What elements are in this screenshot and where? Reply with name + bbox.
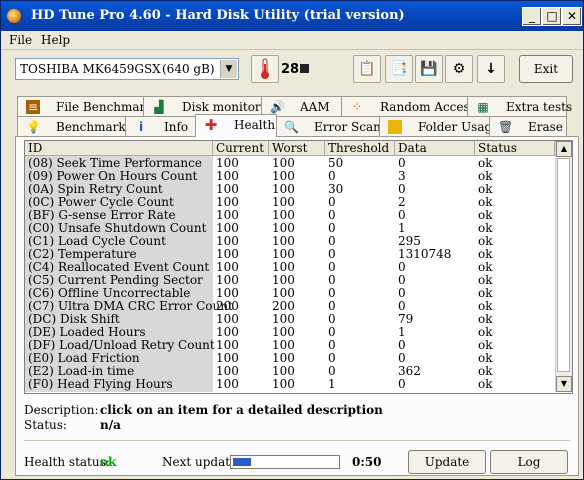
description-value: click on an item for a detailed descript… [100, 403, 383, 417]
cell-data: 1310748 [398, 247, 452, 261]
disk-monitor-icon: ▟ [154, 100, 164, 114]
info-icon: i [138, 120, 144, 134]
tab-benchmark[interactable]: 💡 Benchmark [17, 116, 127, 137]
table-header: ID Current Worst Threshold Data Status [25, 141, 555, 156]
copy-text-button[interactable]: 📋 [353, 55, 381, 83]
thermometer-icon [261, 58, 269, 79]
window-title: HD Tune Pro 4.60 - Hard Disk Utility (tr… [31, 8, 405, 23]
tab-info[interactable]: i Info [125, 116, 197, 137]
speaker-icon: 🔊 [270, 100, 285, 114]
minimize-button[interactable]: _ [522, 7, 542, 26]
table-row[interactable]: (F0) Head Flying Hours 100 100 1 0 ok [25, 378, 555, 391]
close-button[interactable]: ✕ [562, 7, 582, 26]
extra-tests-icon: ▦ [477, 100, 489, 114]
description-label: Description: [24, 403, 99, 417]
toolbar: TOSHIBA MK6459GSX (640 gB) ▼ 28 📋 📑 💾 ⚙ … [1, 50, 583, 92]
celsius-icon [300, 64, 310, 73]
temperature-value: 28 [281, 62, 300, 77]
vertical-scrollbar[interactable]: ▲ ▼ [555, 141, 572, 392]
file-benchmark-icon: ≡ [26, 100, 40, 114]
tab-label: Random Access [380, 100, 476, 114]
progress-fill [233, 458, 251, 466]
tab-label: Info [164, 120, 189, 134]
tab-erase[interactable]: 🗑 Erase [489, 116, 567, 137]
app-icon [7, 9, 21, 23]
tab-label: Benchmark [56, 120, 126, 134]
temperature-readout: 28 [281, 62, 310, 77]
copy-screenshot-button[interactable]: 📑 [385, 55, 413, 83]
health-status-value: ok [100, 455, 117, 469]
health-panel: ID Current Worst Threshold Data Status (… [15, 136, 579, 476]
lightbulb-icon: 💡 [26, 120, 41, 134]
tab-row-top: ≡ File Benchmark ▟ Disk monitor 🔊 AAM ⁘ … [17, 96, 572, 117]
health-status-label: Health status: [24, 455, 110, 469]
tab-random-access[interactable]: ⁘ Random Access [341, 96, 476, 117]
tab-label: Folder Usage [418, 120, 500, 134]
divider [24, 440, 570, 441]
tab-extra-tests[interactable]: ▦ Extra tests [467, 96, 572, 117]
tab-folder-usage[interactable]: Folder Usage [379, 116, 499, 137]
status-label: Status: [24, 418, 67, 432]
folder-icon [388, 120, 402, 134]
random-access-icon: ⁘ [351, 100, 363, 114]
tab-error-scan[interactable]: 🔍 Error Scan [275, 116, 381, 137]
countdown: 0:50 [352, 455, 382, 469]
log-button[interactable]: Log [490, 450, 568, 474]
options-icon: ⚙ [452, 61, 466, 77]
drive-size: (640 gB) [162, 62, 215, 76]
options-button[interactable]: ⚙ [445, 55, 473, 83]
col-header-current[interactable]: Current [213, 141, 269, 155]
maximize-button[interactable]: □ [542, 7, 562, 26]
app-window: HD Tune Pro 4.60 - Hard Disk Utility (tr… [0, 0, 584, 480]
col-header-id[interactable]: ID [25, 141, 213, 155]
tab-file-benchmark[interactable]: ≡ File Benchmark [17, 96, 153, 117]
tab-label: Error Scan [314, 120, 381, 134]
cell-data: 0 [398, 377, 406, 391]
tab-row-bottom: 💡 Benchmark i Info ✚ Health 🔍 Error Scan… [17, 114, 567, 137]
cell-current: 100 [216, 377, 239, 391]
clipboard-icon: 📑 [390, 61, 408, 77]
scroll-up-icon[interactable]: ▲ [556, 141, 572, 157]
cell-threshold: 1 [328, 377, 336, 391]
col-header-status[interactable]: Status [475, 141, 555, 155]
next-update-progress [230, 455, 340, 469]
tab-label: Extra tests [506, 100, 573, 114]
menu-bar: File Help [1, 31, 583, 50]
menu-help[interactable]: Help [41, 33, 70, 47]
health-cross-icon: ✚ [204, 116, 218, 134]
exit-button[interactable]: Exit [519, 55, 573, 83]
trash-icon: 🗑 [498, 120, 514, 134]
tab-label: AAM [300, 100, 330, 114]
col-header-data[interactable]: Data [395, 141, 475, 155]
title-bar: HD Tune Pro 4.60 - Hard Disk Utility (tr… [1, 1, 583, 31]
scroll-thumb[interactable] [557, 158, 570, 372]
arrow-down-icon: ↓ [485, 61, 497, 77]
tab-health[interactable]: ✚ Health [195, 114, 277, 137]
floppy-disk-icon: 💾 [420, 61, 438, 77]
cell-status: ok [478, 377, 493, 391]
download-button[interactable]: ↓ [477, 55, 505, 83]
temperature-button[interactable] [251, 55, 279, 83]
copy-icon: 📋 [358, 61, 376, 77]
drive-name: TOSHIBA MK6459GSX [20, 62, 161, 76]
status-value: n/a [100, 418, 121, 432]
menu-file[interactable]: File [9, 33, 32, 47]
smart-table[interactable]: ID Current Worst Threshold Data Status (… [24, 140, 573, 394]
col-header-worst[interactable]: Worst [269, 141, 325, 155]
save-button[interactable]: 💾 [415, 55, 443, 83]
tab-label: File Benchmark [56, 100, 153, 114]
tab-label: Health [234, 118, 276, 132]
tab-label: Erase [528, 120, 563, 134]
update-button[interactable]: Update [408, 450, 486, 474]
chevron-down-icon[interactable]: ▼ [220, 60, 237, 78]
magnifier-icon: 🔍 [284, 120, 299, 134]
col-header-threshold[interactable]: Threshold [325, 141, 395, 155]
drive-select[interactable]: TOSHIBA MK6459GSX (640 gB) ▼ [15, 58, 239, 80]
cell-id: (F0) Head Flying Hours [28, 377, 173, 391]
cell-worst: 100 [272, 377, 295, 391]
scroll-down-icon[interactable]: ▼ [556, 376, 572, 392]
